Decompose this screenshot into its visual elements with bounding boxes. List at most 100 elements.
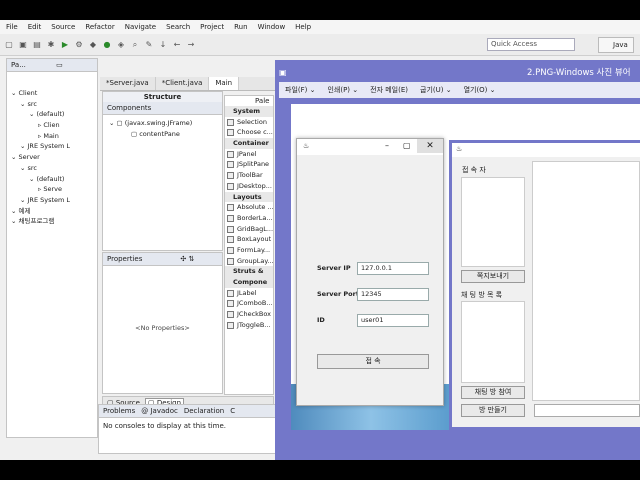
new-icon[interactable]: ▢ [4,40,14,50]
viewer-menu-item[interactable]: 열기(O) ⌄ [464,85,496,95]
join-room-button[interactable]: 채팅 방 참여 [461,386,525,399]
filter-icon[interactable]: ✣ [180,255,186,263]
expand-icon[interactable]: ⌄ [20,142,28,150]
send-message-button[interactable]: 쪽지보내기 [461,270,525,283]
maximize-icon[interactable]: ▢ [403,141,411,150]
bottom-tab[interactable]: @ Javadoc [141,407,178,415]
package-explorer-tab[interactable]: Pa... ▭ [7,59,97,72]
editor-tab[interactable]: Main [209,77,240,90]
expand-icon[interactable]: ⌄ [20,100,28,108]
palette-item[interactable]: JCheckBox [225,309,273,320]
expand-icon[interactable]: ⌄ [29,110,37,118]
menu-item-search[interactable]: Search [166,23,190,31]
menu-item-project[interactable]: Project [200,23,224,31]
sort-icon[interactable]: ⇅ [189,255,195,263]
print-icon[interactable]: ▤ [32,40,42,50]
tree-item[interactable]: ⌄ JRE System L [7,141,97,152]
quick-access-input[interactable]: Quick Access [487,38,575,51]
tree-item[interactable]: ⌄ src [7,163,97,174]
expand-icon[interactable]: ⌄ [29,175,37,183]
expand-icon[interactable]: ⌄ [11,217,19,225]
annotation-icon[interactable]: ✎ [144,40,154,50]
palette-category[interactable]: Compone [225,277,273,288]
menu-item-run[interactable]: Run [234,23,247,31]
save-icon[interactable]: ▣ [18,40,28,50]
component-item[interactable]: ▢ contentPane [109,130,222,141]
palette-item[interactable]: BorderLa... [225,213,273,224]
palette-item[interactable]: JPanel [225,149,273,160]
palette-item[interactable]: JSplitPane [225,159,273,170]
rooms-list[interactable] [461,301,525,383]
message-input[interactable] [534,404,640,417]
component-item[interactable]: ⌄ ▢ (javax.swing.JFrame) [109,119,222,130]
tree-item[interactable]: ⌄ (default) [7,109,97,120]
menu-item-window[interactable]: Window [258,23,286,31]
expand-icon[interactable]: ⌄ [20,196,28,204]
tree-item[interactable]: ⌄ 예제 [7,206,97,217]
palette-item[interactable]: FormLay... [225,245,273,256]
menu-item-help[interactable]: Help [295,23,311,31]
tree-item[interactable]: ⌄ src [7,99,97,110]
viewer-menu-item[interactable]: 전자 메일(E) [370,85,408,95]
users-list[interactable] [461,177,525,267]
run-icon[interactable]: ▶ [60,40,70,50]
java-perspective-button[interactable]: Java [598,37,634,53]
palette-item[interactable]: JDesktop... [225,181,273,192]
palette-item[interactable]: GridBagL... [225,224,273,235]
debug-icon[interactable]: ✱ [46,40,56,50]
tree-item[interactable]: ⌄ 채팅프로그램 [7,216,97,227]
close-icon[interactable]: ✕ [417,139,443,153]
properties-tab[interactable]: Properties ✣ ⇅ [103,253,222,266]
editor-tab[interactable]: *Client.java [156,77,210,90]
palette-item[interactable]: Choose c... [225,127,273,138]
server-port-input[interactable]: 12345 [357,288,429,301]
tree-item[interactable]: ▹ Serve [7,184,97,195]
palette-item[interactable]: Selection [225,117,273,128]
palette-item[interactable]: JToolBar [225,170,273,181]
new-class-icon[interactable]: ● [102,40,112,50]
tree-item[interactable]: ⌄ Client [7,88,97,99]
expand-icon[interactable]: ⌄ [11,89,19,97]
tree-item[interactable]: ⌄ (default) [7,174,97,185]
menu-item-edit[interactable]: Edit [28,23,42,31]
components-tab[interactable]: Components [103,102,222,115]
expand-icon[interactable]: ⌄ [20,164,28,172]
tree-item[interactable]: ⌄ Server [7,152,97,163]
bottom-tab[interactable]: C [230,407,235,415]
create-room-button[interactable]: 방 만들기 [461,404,525,417]
palette-item[interactable]: JComboB... [225,298,273,309]
palette-category[interactable]: Layouts [225,191,273,203]
palette-category[interactable]: Container [225,138,273,149]
bottom-tab[interactable]: Problems [103,407,135,415]
palette-category[interactable]: Struts & [225,266,273,277]
expand-icon[interactable]: ⌄ [11,153,19,161]
external-tools-icon[interactable]: ⚙ [74,40,84,50]
next-annotation-icon[interactable]: ↓ [158,40,168,50]
minimize-icon[interactable]: – [385,141,389,150]
palette-item[interactable]: JLabel [225,288,273,299]
minimize-icon[interactable]: ▭ [56,61,63,69]
chat-message-area[interactable] [532,161,640,401]
menu-item-source[interactable]: Source [51,23,75,31]
viewer-menu-item[interactable]: 파일(F) ⌄ [285,85,315,95]
menu-item-file[interactable]: File [6,23,18,31]
tree-item[interactable]: ⌄ JRE System L [7,195,97,206]
tree-item[interactable]: ▹ Clien [7,120,97,131]
id-input[interactable]: user01 [357,314,429,327]
forward-icon[interactable]: → [186,40,196,50]
server-ip-input[interactable]: 127.0.0.1 [357,262,429,275]
expand-icon[interactable]: ⌄ [11,207,19,215]
back-icon[interactable]: ← [172,40,182,50]
palette-item[interactable]: BoxLayout [225,234,273,245]
connect-button[interactable]: 접 속 [317,354,429,369]
viewer-menu-item[interactable]: 인쇄(P) ⌄ [327,85,358,95]
bottom-tab[interactable]: Declaration [184,407,224,415]
search-icon[interactable]: ⌕ [130,40,140,50]
menu-item-refactor[interactable]: Refactor [85,23,114,31]
palette-item[interactable]: Absolute ... [225,202,274,213]
viewer-menu-item[interactable]: 굽기(U) ⌄ [420,85,452,95]
palette-item[interactable]: GroupLay... [225,256,274,267]
palette-item[interactable]: JToggleB... [225,320,273,331]
new-java-project-icon[interactable]: ◆ [88,40,98,50]
tree-item[interactable]: ▹ Main [7,131,97,142]
